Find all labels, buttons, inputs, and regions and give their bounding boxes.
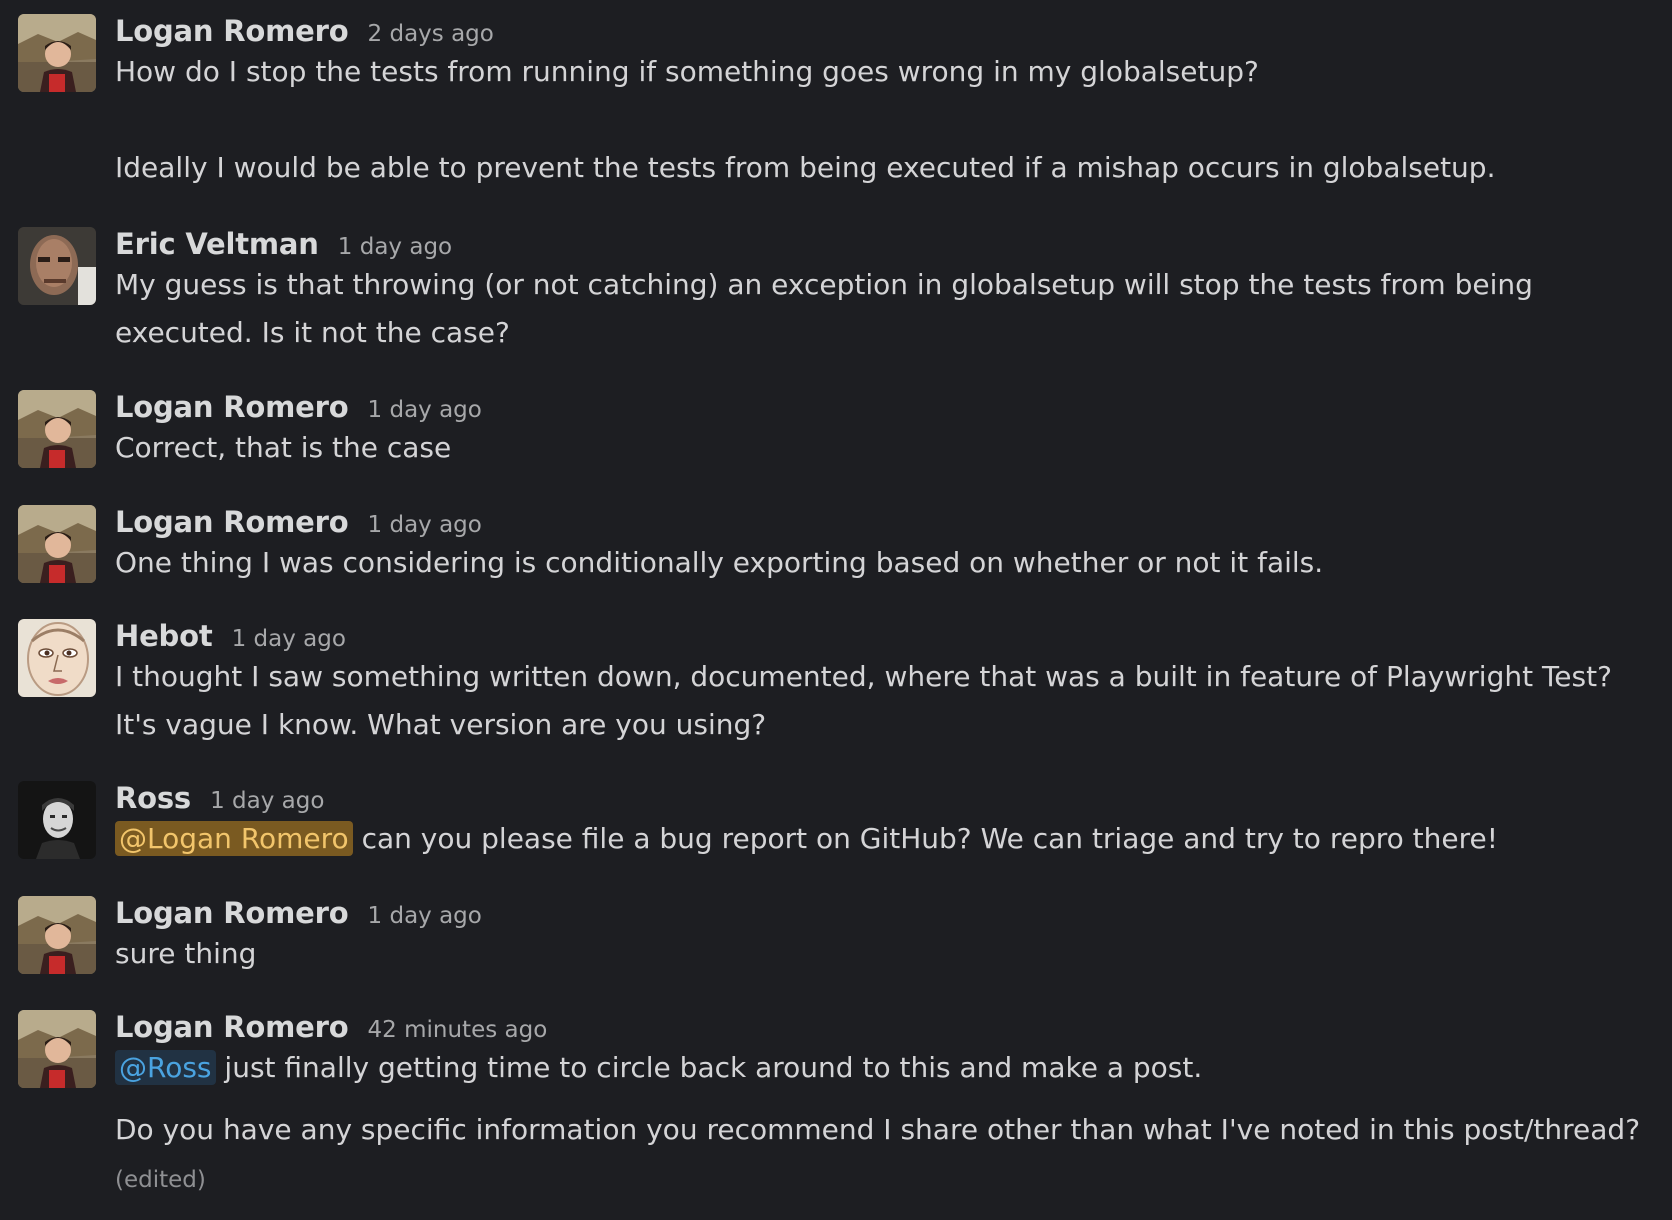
mention-ross[interactable]: @Ross [115,1050,216,1085]
logan-avatar-icon [18,14,96,92]
avatar[interactable] [18,390,96,468]
logan-avatar-icon [18,390,96,468]
author-name[interactable]: Logan Romero [115,896,349,930]
edited-label: (edited) [115,1167,206,1193]
author-name[interactable]: Ross [115,781,191,815]
author-name[interactable]: Eric Veltman [115,227,319,261]
avatar[interactable] [18,505,96,583]
avatar[interactable] [18,14,96,92]
message-text-body: can you please file a bug report on GitH… [352,822,1498,855]
message-timestamp[interactable]: 1 day ago [368,903,482,929]
author-name[interactable]: Logan Romero [115,505,349,539]
logan-avatar-icon [18,896,96,974]
message-timestamp[interactable]: 1 day ago [368,397,482,423]
author-name[interactable]: Logan Romero [115,1010,349,1044]
author-name[interactable]: Logan Romero [115,14,349,48]
message-text-body: Do you have any specific information you… [115,1113,1641,1146]
message-timestamp[interactable]: 42 minutes ago [368,1017,548,1043]
avatar[interactable] [18,1010,96,1088]
message-thread: Logan Romero 2 days ago How do I stop th… [0,0,1672,1220]
message-text: One thing I was considering is condition… [115,546,1324,579]
message-text: I thought I saw something written down, … [115,660,1612,741]
message-text: @Ross just finally getting time to circl… [115,1044,1660,1092]
eric-avatar-icon [18,227,96,305]
message-text: sure thing [115,937,257,970]
author-name[interactable]: Hebot [115,619,213,653]
message-text: Do you have any specific information you… [115,1106,1660,1204]
message-text: How do I stop the tests from running if … [115,55,1259,88]
message-text: My guess is that throwing (or not catchi… [115,268,1533,349]
message-timestamp[interactable]: 1 day ago [338,234,452,260]
message-timestamp[interactable]: 1 day ago [232,626,346,652]
message-timestamp[interactable]: 1 day ago [368,512,482,538]
avatar[interactable] [18,227,96,305]
avatar[interactable] [18,896,96,974]
avatar[interactable] [18,619,96,697]
author-name[interactable]: Logan Romero [115,390,349,424]
hebot-avatar-icon [18,619,96,697]
logan-avatar-icon [18,505,96,583]
message-text: Ideally I would be able to prevent the t… [115,151,1496,184]
logan-avatar-icon [18,1010,96,1088]
message-text-body: just finally getting time to circle back… [215,1051,1203,1084]
message-text: @Logan Romero can you please file a bug … [115,815,1660,863]
message-timestamp[interactable]: 1 day ago [210,788,324,814]
ross-avatar-icon [18,781,96,859]
mention-logan-romero[interactable]: @Logan Romero [115,821,353,856]
message-timestamp[interactable]: 2 days ago [368,21,494,47]
message-text: Correct, that is the case [115,431,452,464]
avatar[interactable] [18,781,96,859]
